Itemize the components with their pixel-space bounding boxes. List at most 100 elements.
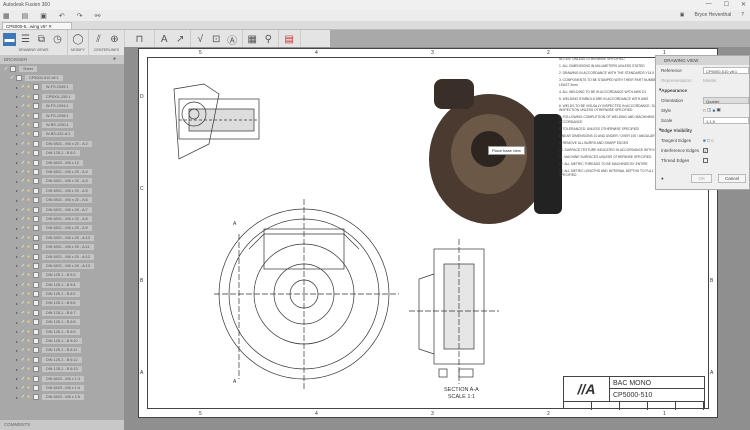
browser-item[interactable]: ▸ ✓ ● DIN 125-1 - B 6:8 bbox=[0, 318, 124, 327]
datum-icon[interactable]: Ⓐ bbox=[226, 33, 239, 47]
leader-icon[interactable]: ↗ bbox=[174, 33, 187, 46]
component-icon bbox=[33, 384, 39, 391]
close-button[interactable]: ✕ bbox=[741, 1, 746, 8]
style-hidden-edges-icon[interactable]: ◫ bbox=[707, 107, 711, 113]
dimension-icon[interactable]: ⊓ bbox=[133, 33, 146, 46]
document-tab[interactable]: CP5000-5...wing v5* ✕ bbox=[2, 22, 72, 30]
orientation-select[interactable]: Quarter bbox=[703, 96, 749, 104]
browser-item[interactable]: ▸ ✓ ● W-BS-1050:1 bbox=[0, 120, 124, 129]
sheet-node[interactable]: ✓ Sheet bbox=[0, 64, 124, 73]
browser-pin-icon[interactable]: ● bbox=[113, 56, 116, 62]
style-shaded-icon[interactable]: ■ bbox=[713, 108, 716, 113]
browser-item[interactable]: ▸ ✓ ● DIN 6921 - M6 x 20 - A:3 bbox=[0, 167, 124, 176]
close-tab-icon[interactable]: ✕ bbox=[48, 24, 52, 29]
browser-item[interactable]: ▸ ✓ ● DIN 125-1 - B 6:13 bbox=[0, 365, 124, 374]
tangent-short-icon[interactable]: □ bbox=[707, 138, 710, 143]
browser-item[interactable]: ▸ ✓ ● DIN 6921 - M6 x 20 - A:10 bbox=[0, 233, 124, 242]
browser-item[interactable]: ▸ ✓ ● DIN 125-1 - B 6:11 bbox=[0, 346, 124, 355]
browser-item[interactable]: ▸ ✓ ● DIN 6921 - M6 x 20 - A:5 bbox=[0, 186, 124, 195]
browser-item[interactable]: ▸ ✓ ● DIN 125-1 - B 6:3 bbox=[0, 271, 124, 280]
browser-item[interactable]: ▸ ✓ ● DIN 6921 - M6 x 20 - A:11 bbox=[0, 242, 124, 251]
browser-item[interactable]: ▸ ✓ ● DIN 125-1 - B 6:7 bbox=[0, 308, 124, 317]
pdf-output-icon[interactable]: ▤ bbox=[283, 33, 296, 46]
feature-control-icon[interactable]: ⊡ bbox=[210, 33, 223, 46]
job-status-icon[interactable]: ▣ bbox=[680, 12, 685, 18]
browser-item[interactable]: ▸ ✓ ● DIN 6923 - M6 x 12 bbox=[0, 158, 124, 167]
node-label: DIN 6921 - M6 x 20 - A:13 bbox=[42, 262, 94, 269]
interference-edges-checkbox[interactable]: ✓ bbox=[703, 147, 708, 153]
cancel-button[interactable]: Cancel bbox=[717, 173, 746, 183]
group-modify[interactable]: ◯ MODIFY bbox=[68, 30, 89, 55]
component-icon bbox=[33, 291, 39, 298]
browser-item[interactable]: ▸ ✓ ● DIN 6921 - M6 x 20 - A:12 bbox=[0, 252, 124, 261]
maximize-button[interactable]: ☐ bbox=[724, 1, 729, 8]
reference-select[interactable]: CP5000-510 v8:1 bbox=[703, 66, 749, 74]
info-icon[interactable]: ● bbox=[661, 176, 664, 181]
section-view-icon[interactable]: ⧉ bbox=[35, 33, 48, 46]
browser-item[interactable]: ▸ ✓ ● DIN 125-1 - B 6:2 bbox=[0, 149, 124, 158]
node-label: DIN 6921 - M6 x 20 - A:11 bbox=[42, 244, 94, 251]
tangent-off-icon[interactable]: ○ bbox=[711, 138, 714, 143]
node-label: DIN 6921 - M6 x 20 - A:5 bbox=[42, 187, 92, 194]
group-centerlines[interactable]: ⫽ ⊕ CENTERLINES bbox=[89, 30, 125, 55]
browser-item[interactable]: ▸ ✓ ● DIN 6921 - M6 x 20 - A:6 bbox=[0, 195, 124, 204]
browser-item[interactable]: ▸ ✓ ● CP5001-250:1 bbox=[0, 92, 124, 101]
representation-label: Representation bbox=[661, 77, 692, 83]
browser-item[interactable]: ▸ ✓ ● DIN 6923 - M6 x 1:3 bbox=[0, 374, 124, 383]
text-icon[interactable]: A bbox=[158, 33, 171, 46]
appearance-section[interactable]: Appearance bbox=[661, 88, 687, 93]
browser-item[interactable]: ▸ ✓ ● DIN 6921 - M6 x 20 - A:9 bbox=[0, 224, 124, 233]
grid-menu-icon[interactable]: ▦ bbox=[3, 12, 10, 20]
browser-item[interactable]: ▸ ✓ ● DIN 6923 - M6 x 1:5 bbox=[0, 393, 124, 402]
thread-edges-checkbox[interactable] bbox=[703, 157, 708, 163]
drawing-sheet[interactable]: 5432154321DDCCBBAA A A Place base view N… bbox=[138, 48, 718, 418]
browser-item[interactable]: ▸ ✓ ● DIN 125-1 - B 6:9 bbox=[0, 327, 124, 336]
style-shaded-hidden-icon[interactable]: ▣ bbox=[717, 107, 721, 113]
style-visible-edges-icon[interactable]: □ bbox=[703, 108, 706, 113]
group-drawing-views[interactable]: ▬ ☰ ⧉ ◷ DRAWING VIEWS bbox=[0, 30, 68, 55]
browser-item[interactable]: ▸ ✓ ● DIN 125-1 - B 6:12 bbox=[0, 355, 124, 364]
undo-icon[interactable]: ↶ bbox=[59, 12, 65, 20]
base-view-icon[interactable]: ▬ bbox=[3, 32, 16, 46]
help-icon[interactable]: ? bbox=[741, 12, 744, 18]
browser-item[interactable]: ▸ ✓ ● W-FS-1098:1 bbox=[0, 111, 124, 120]
detail-view-icon[interactable]: ◷ bbox=[51, 33, 64, 46]
ok-button[interactable]: OK bbox=[691, 173, 712, 183]
browser-item[interactable]: ▸ ✓ ● DIN 6921 - M6 x 20 - A:13 bbox=[0, 261, 124, 270]
comments-panel[interactable]: COMMENTS bbox=[0, 420, 124, 430]
move-icon[interactable]: ◯ bbox=[71, 33, 84, 46]
browser-item[interactable]: ▸ ✓ ● DIN 125-1 - B 6:5 bbox=[0, 289, 124, 298]
projected-view-icon[interactable]: ☰ bbox=[19, 33, 32, 46]
thread-edges-label: Thread Edges bbox=[661, 157, 690, 163]
browser-item[interactable]: ▸ ✓ ● DIN 125-1 - B 6:10 bbox=[0, 336, 124, 345]
browser-header[interactable]: BROWSER ● bbox=[0, 55, 124, 64]
root-node[interactable]: ✓ CP5000-510 v8:1 bbox=[0, 73, 124, 82]
centerline-icon[interactable]: ⫽ bbox=[92, 33, 105, 46]
file-menu-icon[interactable]: ▤ bbox=[22, 12, 29, 20]
edge-visibility-section[interactable]: Edge Visibility bbox=[661, 128, 692, 133]
node-label: DIN 6923 - M6 x 1:3 bbox=[42, 375, 84, 382]
tangent-full-icon[interactable]: ■ bbox=[703, 138, 706, 143]
table-icon[interactable]: ▦ bbox=[246, 33, 259, 46]
scale-select[interactable]: 1:1.5 bbox=[703, 116, 749, 124]
browser-item[interactable]: ▸ ✓ ● DIN 6923 - M6 x 1:4 bbox=[0, 383, 124, 392]
minimize-button[interactable]: — bbox=[706, 1, 712, 8]
user-menu[interactable]: Bryce Heventhal bbox=[695, 12, 732, 18]
center-mark-icon[interactable]: ⊕ bbox=[108, 33, 121, 46]
browser-item[interactable]: ▸ ✓ ● DIN 125-1 - B 6:4 bbox=[0, 280, 124, 289]
browser-item[interactable]: ▸ ✓ ● DIN 125-1 - B 6:6 bbox=[0, 299, 124, 308]
surface-texture-icon[interactable]: √ bbox=[194, 33, 207, 46]
browser-item[interactable]: ▸ ✓ ● DIN 6921 - M6 x 20 - A:7 bbox=[0, 205, 124, 214]
browser-item[interactable]: ▸ ✓ ● W-FS-1094:1 bbox=[0, 102, 124, 111]
save-icon[interactable]: ▣ bbox=[40, 12, 47, 20]
browser-item[interactable]: ▸ ✓ ● DIN 6921 - M6 x 20 - A:4 bbox=[0, 177, 124, 186]
browser-item[interactable]: ▸ ✓ ● W-FS-1049:1 bbox=[0, 83, 124, 92]
browser-item[interactable]: ▸ ✓ ● DIN 6921 - M6 x 20 - A:2 bbox=[0, 139, 124, 148]
browser-item[interactable]: ▸ ✓ ● DIN 6921 - M6 x 20 - A:8 bbox=[0, 214, 124, 223]
browser-item[interactable]: ▸ ✓ ● W-BS-032-A:1 bbox=[0, 130, 124, 139]
balloon-icon[interactable]: ⚲ bbox=[262, 33, 275, 46]
dialog-header[interactable]: DRAWING VIEW bbox=[656, 56, 749, 65]
node-label: DIN 125-1 - B 6:8 bbox=[42, 319, 80, 326]
link-icon[interactable]: ⚯ bbox=[95, 12, 101, 20]
redo-icon[interactable]: ↷ bbox=[77, 12, 83, 20]
